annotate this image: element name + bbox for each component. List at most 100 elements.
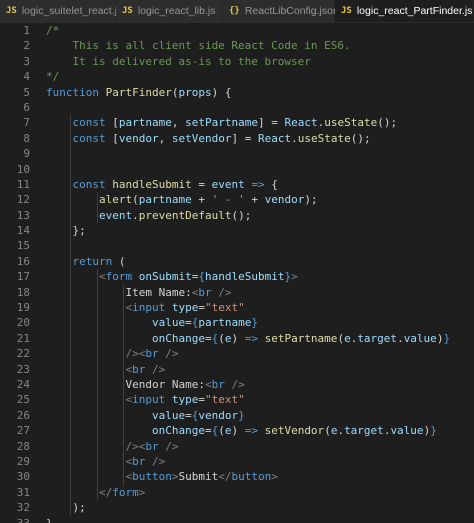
code-token: /> — [152, 363, 165, 376]
line-number: 18 — [0, 285, 30, 300]
line-number: 24 — [0, 377, 30, 392]
code-token: /> — [165, 347, 178, 360]
code-text: It is delivered as-is to the browser — [46, 54, 311, 69]
code-token: ) { — [212, 86, 232, 99]
code-text: function PartFinder(props) { — [46, 85, 231, 100]
code-token: > — [291, 270, 298, 283]
code-token: . — [291, 132, 298, 145]
line-number: 13 — [0, 208, 30, 223]
code-line[interactable]: 5 function PartFinder(props) { — [0, 85, 474, 100]
code-token: Submit — [178, 470, 218, 483]
line-number: 17 — [0, 269, 30, 284]
js-file-icon: JS — [122, 6, 133, 16]
code-text: <input type="text" — [46, 392, 245, 407]
indent-guide — [123, 285, 124, 485]
line-number: 9 — [0, 146, 30, 161]
code-token: } — [251, 316, 258, 329]
code-line[interactable]: 6 — [0, 100, 474, 115]
tab-reactlibconfig-json[interactable]: {}ReactLibConfig.json — [223, 0, 335, 22]
code-text: Vendor Name:<br /> — [46, 377, 245, 392]
code-token — [46, 178, 73, 191]
code-token — [46, 132, 73, 145]
code-line[interactable]: 4*/ — [0, 69, 474, 84]
code-token: Item Name: — [46, 286, 192, 299]
code-token: => — [245, 332, 258, 345]
code-token: />< — [125, 440, 145, 453]
code-line[interactable]: 2 This is all client side React Code in … — [0, 38, 474, 53]
editor-tab-bar: JSlogic_suitelet_react.jsJSlogic_react_l… — [0, 0, 474, 23]
code-token — [46, 393, 125, 406]
code-token: /> — [218, 286, 231, 299]
code-token: onChange — [152, 332, 205, 345]
code-token: vendor — [198, 409, 238, 422]
code-token: partname — [139, 193, 192, 206]
code-text: }; — [46, 223, 86, 238]
code-text: <input type="text" — [46, 300, 245, 315]
code-token: "text" — [205, 301, 245, 314]
line-number: 27 — [0, 423, 30, 438]
code-token — [46, 424, 152, 437]
code-token — [46, 301, 125, 314]
tab-logic-suitelet-react-js[interactable]: JSlogic_suitelet_react.js — [0, 0, 116, 22]
code-token: + — [192, 193, 212, 206]
code-token: => — [245, 424, 258, 437]
code-token: useState — [298, 132, 351, 145]
code-editor[interactable]: 1 /*2 This is all client side React Code … — [0, 23, 474, 523]
code-token: > — [139, 486, 146, 499]
code-line[interactable]: 3 It is delivered as-is to the browser — [0, 54, 474, 69]
code-text: <form onSubmit={handleSubmit}> — [46, 269, 298, 284]
code-token: (); — [377, 116, 397, 129]
code-token: ] = — [258, 116, 285, 129]
code-token: } — [430, 424, 437, 437]
line-number: 2 — [0, 38, 30, 53]
code-text: const [vendor, setVendor] = React.useSta… — [46, 131, 371, 146]
line-number: 32 — [0, 500, 30, 515]
code-line[interactable]: 1 /* — [0, 23, 474, 38]
indent-guide — [97, 192, 98, 223]
code-token: function — [46, 86, 106, 99]
line-number: 1 — [0, 23, 30, 38]
code-token: = — [198, 393, 205, 406]
code-text: onChange={(e) => setVendor(e.target.valu… — [46, 423, 437, 438]
code-text: Item Name:<br /> — [46, 285, 231, 300]
code-token — [46, 409, 152, 422]
code-token: </ — [99, 486, 112, 499]
code-token: br — [132, 455, 152, 468]
tab-logic-react-partfinder-js[interactable]: JSlogic_react_PartFinder.js — [335, 0, 474, 22]
code-token: form — [106, 270, 139, 283]
code-token: target — [357, 332, 397, 345]
code-token: . — [132, 209, 139, 222]
code-token: event — [99, 209, 132, 222]
tab-label: logic_react_PartFinder.js — [357, 5, 473, 17]
code-token: /* — [46, 24, 59, 37]
code-token: ) — [231, 424, 244, 437]
code-token: (); — [351, 132, 371, 145]
code-token: br — [212, 378, 232, 391]
code-token: input — [132, 301, 172, 314]
code-token: return — [73, 255, 113, 268]
tab-logic-react-lib-js[interactable]: JSlogic_react_lib.js — [116, 0, 223, 22]
code-token — [46, 332, 152, 345]
code-token — [46, 255, 73, 268]
code-text: event.preventDefault(); — [46, 208, 251, 223]
code-token: "text" — [205, 393, 245, 406]
code-text: return ( — [46, 254, 126, 269]
code-token — [258, 424, 265, 437]
code-token: (); — [231, 209, 251, 222]
line-number: 14 — [0, 223, 30, 238]
code-text: alert(partname + ' - ' + vendor); — [46, 192, 318, 207]
code-token — [46, 316, 152, 329]
code-token: preventDefault — [139, 209, 232, 222]
code-token: button — [231, 470, 271, 483]
line-number: 5 — [0, 85, 30, 100]
code-token: , — [172, 116, 185, 129]
js-file-icon: JS — [6, 6, 17, 16]
code-token: vendor — [265, 193, 305, 206]
indent-guide — [97, 269, 98, 500]
code-text: /><br /> — [46, 346, 178, 361]
code-token: */ — [46, 70, 59, 83]
code-text: <button>Submit</button> — [46, 469, 278, 484]
code-token: setPartname — [265, 332, 338, 345]
code-token — [46, 193, 99, 206]
code-token: br — [132, 363, 152, 376]
